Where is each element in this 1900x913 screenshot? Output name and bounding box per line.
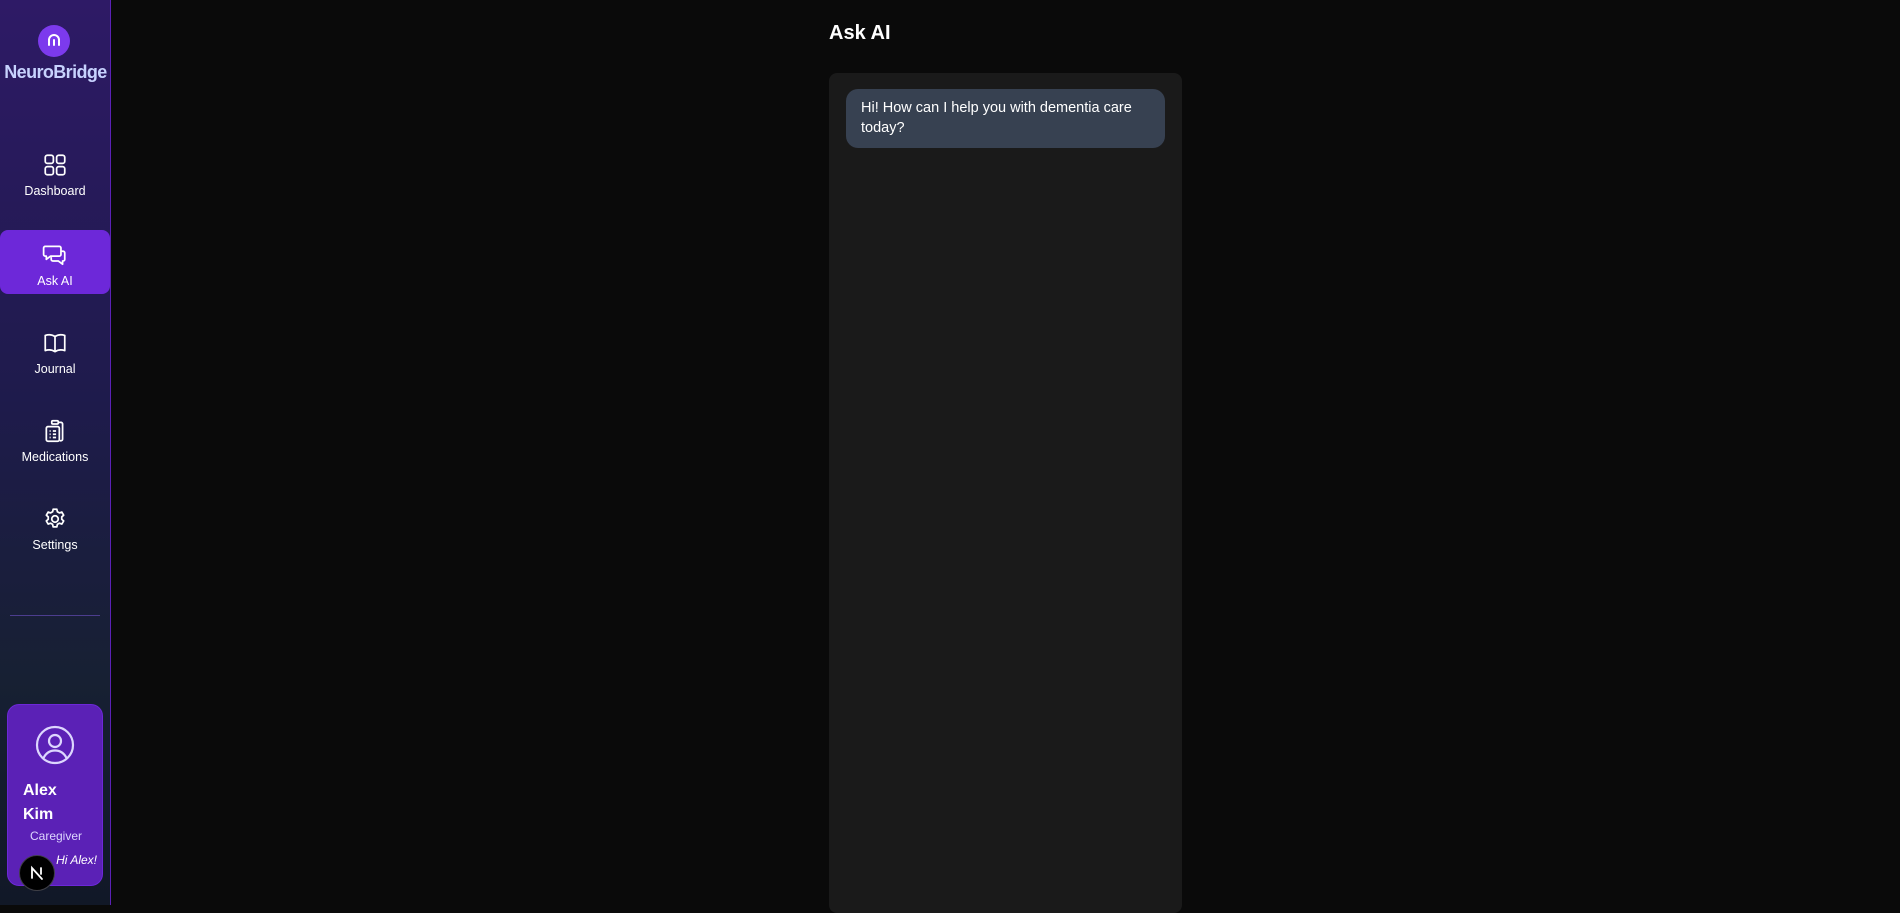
grid-icon — [44, 154, 66, 176]
sidebar-item-label: Medications — [21, 450, 89, 464]
gear-icon — [45, 508, 65, 528]
sidebar-item-medications[interactable]: Medications — [0, 406, 110, 470]
profile-role: Caregiver — [29, 829, 83, 843]
user-circle-icon — [35, 725, 75, 765]
sidebar-item-label: Ask AI — [37, 274, 73, 288]
page-title: Ask AI — [829, 22, 891, 44]
sidebar: NeuroBridge Dashboard Ask AI Journal Med… — [0, 0, 111, 905]
brain-logo-icon — [38, 25, 70, 57]
assistant-message-bubble: Hi! How can I help you with dementia car… — [846, 89, 1165, 148]
sidebar-item-journal[interactable]: Journal — [0, 318, 110, 382]
sidebar-item-settings[interactable]: Settings — [0, 494, 110, 558]
sidebar-item-dashboard[interactable]: Dashboard — [0, 140, 110, 204]
sidebar-divider — [10, 615, 100, 616]
app-name: NeuroBridge — [4, 62, 107, 82]
dev-tools-badge[interactable] — [19, 855, 55, 891]
chat-bubbles-icon — [42, 245, 66, 266]
profile-name: Alex Kim — [23, 779, 93, 827]
profile-first-name: Alex — [23, 782, 57, 799]
sidebar-item-label: Journal — [34, 362, 76, 376]
clipboard-list-icon — [45, 419, 64, 443]
sidebar-item-label: Settings — [32, 538, 78, 552]
sidebar-item-ask-ai[interactable]: Ask AI — [0, 230, 110, 294]
profile-card[interactable]: Alex Kim Caregiver Hi Alex! — [7, 704, 103, 886]
sidebar-item-label: Dashboard — [24, 184, 86, 198]
n-logo-icon — [31, 865, 43, 880]
profile-last-name: Kim — [23, 806, 54, 823]
book-open-icon — [44, 333, 66, 353]
chat-panel[interactable]: Hi! How can I help you with dementia car… — [829, 73, 1182, 913]
